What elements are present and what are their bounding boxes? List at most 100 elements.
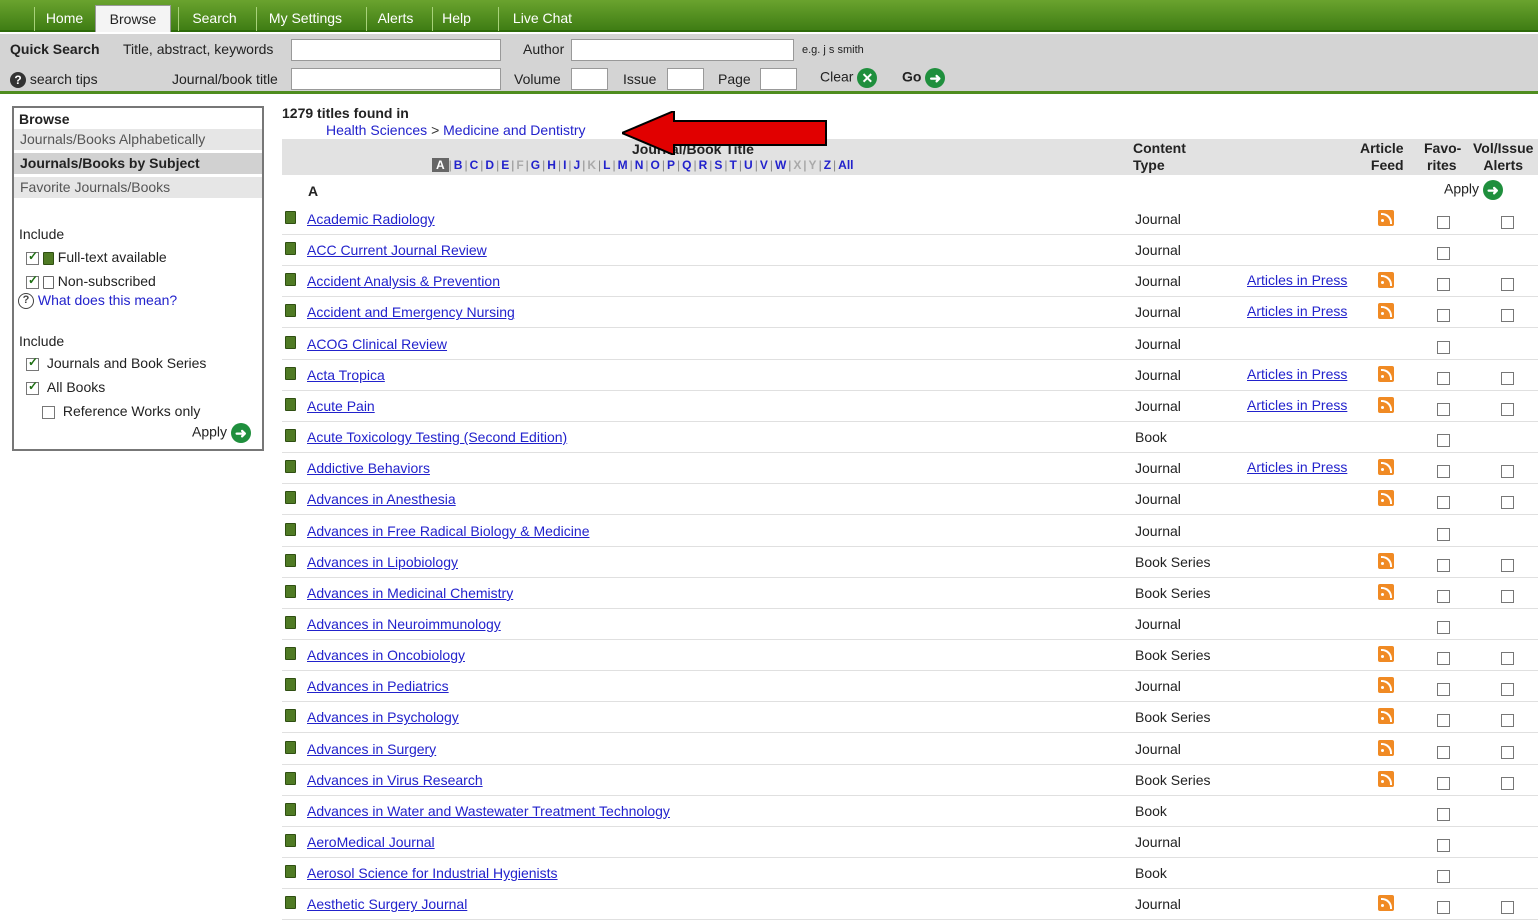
- journal-title-link[interactable]: Advances in Anesthesia: [307, 491, 456, 507]
- letter-h[interactable]: H: [545, 158, 558, 172]
- favorite-checkbox[interactable]: [1437, 402, 1450, 416]
- letter-l[interactable]: L: [601, 158, 612, 172]
- tab-browse[interactable]: Browse: [95, 5, 171, 32]
- journal-title-link[interactable]: Aerosol Science for Industrial Hygienist…: [307, 865, 558, 881]
- tab-home[interactable]: Home: [34, 7, 94, 31]
- tab-my-settings[interactable]: My Settings: [256, 7, 354, 31]
- journal-title-link[interactable]: Advances in Virus Research: [307, 772, 483, 788]
- reference-checkbox[interactable]: [42, 405, 55, 419]
- rss-feed-icon[interactable]: [1378, 272, 1394, 289]
- journal-title-link[interactable]: Advances in Psychology: [307, 709, 459, 725]
- letter-w[interactable]: W: [773, 158, 788, 172]
- letter-s[interactable]: S: [712, 158, 724, 172]
- sidebar-item-alphabetical[interactable]: Journals/Books Alphabetically: [14, 128, 262, 150]
- favorite-checkbox[interactable]: [1437, 620, 1450, 634]
- favorite-checkbox[interactable]: [1437, 807, 1450, 821]
- journal-title-input[interactable]: [291, 68, 501, 90]
- journal-title-link[interactable]: Aesthetic Surgery Journal: [307, 896, 467, 912]
- clear-button[interactable]: Clear ✕: [820, 68, 878, 88]
- tab-alerts[interactable]: Alerts: [366, 7, 424, 31]
- nonsub-option[interactable]: Non-subscribed: [26, 273, 156, 289]
- issue-input[interactable]: [667, 68, 704, 90]
- favorite-checkbox[interactable]: [1437, 558, 1450, 572]
- letter-b[interactable]: B: [452, 158, 465, 172]
- rss-feed-icon[interactable]: [1378, 646, 1394, 663]
- journals-series-checkbox[interactable]: [26, 355, 39, 371]
- search-tips-link[interactable]: ? search tips: [10, 71, 98, 89]
- alert-checkbox[interactable]: [1501, 589, 1514, 603]
- letter-a[interactable]: A: [432, 158, 449, 172]
- letter-m[interactable]: M: [616, 158, 630, 172]
- articles-in-press-link[interactable]: Articles in Press: [1247, 459, 1347, 475]
- alert-checkbox[interactable]: [1501, 402, 1514, 416]
- journal-title-link[interactable]: Acta Tropica: [307, 367, 385, 383]
- letter-u[interactable]: U: [742, 158, 755, 172]
- rss-feed-icon[interactable]: [1378, 677, 1394, 694]
- favorite-checkbox[interactable]: [1437, 683, 1450, 697]
- sidebar-item-by-subject[interactable]: Journals/Books by Subject: [14, 152, 262, 174]
- favorite-checkbox[interactable]: [1437, 434, 1450, 448]
- all-books-option[interactable]: All Books: [26, 379, 105, 395]
- rss-feed-icon[interactable]: [1378, 895, 1394, 912]
- journal-title-link[interactable]: ACOG Clinical Review: [307, 336, 447, 352]
- author-input[interactable]: [571, 39, 794, 61]
- fulltext-checkbox[interactable]: [26, 249, 39, 265]
- articles-in-press-link[interactable]: Articles in Press: [1247, 272, 1347, 288]
- alert-checkbox[interactable]: [1501, 465, 1514, 479]
- volume-input[interactable]: [571, 68, 608, 90]
- letter-t[interactable]: T: [728, 158, 739, 172]
- alert-checkbox[interactable]: [1501, 216, 1514, 229]
- articles-in-press-link[interactable]: Articles in Press: [1247, 366, 1347, 382]
- fulltext-option[interactable]: Full-text available: [26, 249, 167, 265]
- reference-option[interactable]: Reference Works only: [42, 403, 200, 419]
- alert-checkbox[interactable]: [1501, 745, 1514, 759]
- alert-checkbox[interactable]: [1501, 776, 1514, 790]
- rss-feed-icon[interactable]: [1378, 490, 1394, 507]
- go-button[interactable]: Go ➜: [902, 68, 946, 88]
- journal-title-link[interactable]: Advances in Oncobiology: [307, 647, 465, 663]
- favorite-checkbox[interactable]: [1437, 496, 1450, 510]
- alert-checkbox[interactable]: [1501, 714, 1514, 728]
- favorite-checkbox[interactable]: [1437, 527, 1450, 541]
- tab-live-chat[interactable]: Live Chat: [498, 7, 586, 31]
- journal-title-link[interactable]: Advances in Lipobiology: [307, 554, 458, 570]
- articles-in-press-link[interactable]: Articles in Press: [1247, 397, 1347, 413]
- favorite-checkbox[interactable]: [1437, 870, 1450, 884]
- journal-title-link[interactable]: Advances in Medicinal Chemistry: [307, 585, 513, 601]
- articles-in-press-link[interactable]: Articles in Press: [1247, 303, 1347, 319]
- sidebar-item-favorites[interactable]: Favorite Journals/Books: [14, 176, 262, 198]
- favorite-checkbox[interactable]: [1437, 652, 1450, 666]
- rss-feed-icon[interactable]: [1378, 396, 1394, 413]
- journal-title-link[interactable]: Academic Radiology: [307, 211, 435, 227]
- journal-title-link[interactable]: Accident Analysis & Prevention: [307, 273, 500, 289]
- letter-j[interactable]: J: [572, 158, 583, 172]
- favorite-checkbox[interactable]: [1437, 776, 1450, 790]
- favorite-checkbox[interactable]: [1437, 340, 1450, 354]
- breadcrumb-health-sciences[interactable]: Health Sciences: [326, 122, 427, 138]
- sidebar-apply-button[interactable]: Apply ➜: [192, 423, 251, 443]
- rss-feed-icon[interactable]: [1378, 739, 1394, 756]
- journal-title-link[interactable]: ACC Current Journal Review: [307, 242, 487, 258]
- rss-feed-icon[interactable]: [1378, 459, 1394, 476]
- journals-series-option[interactable]: Journals and Book Series: [26, 355, 206, 371]
- letter-z[interactable]: Z: [822, 158, 833, 172]
- favorite-checkbox[interactable]: [1437, 901, 1450, 915]
- journal-title-link[interactable]: Addictive Behaviors: [307, 460, 430, 476]
- rss-feed-icon[interactable]: [1378, 210, 1394, 226]
- page-input[interactable]: [760, 68, 797, 90]
- journal-title-link[interactable]: Acute Toxicology Testing (Second Edition…: [307, 429, 567, 445]
- rss-feed-icon[interactable]: [1378, 365, 1394, 382]
- journal-title-link[interactable]: Advances in Water and Wastewater Treatme…: [307, 803, 670, 819]
- alert-checkbox[interactable]: [1501, 652, 1514, 666]
- letter-q[interactable]: Q: [680, 158, 693, 172]
- letter-c[interactable]: C: [468, 158, 481, 172]
- favorite-checkbox[interactable]: [1437, 839, 1450, 852]
- letter-d[interactable]: D: [483, 158, 496, 172]
- favorite-checkbox[interactable]: [1437, 714, 1450, 728]
- letter-g[interactable]: G: [529, 158, 542, 172]
- table-apply-button[interactable]: Apply ➜: [1444, 180, 1503, 200]
- favorite-checkbox[interactable]: [1437, 745, 1450, 759]
- title-abstract-input[interactable]: [291, 39, 501, 61]
- alert-checkbox[interactable]: [1501, 683, 1514, 697]
- favorite-checkbox[interactable]: [1437, 371, 1450, 385]
